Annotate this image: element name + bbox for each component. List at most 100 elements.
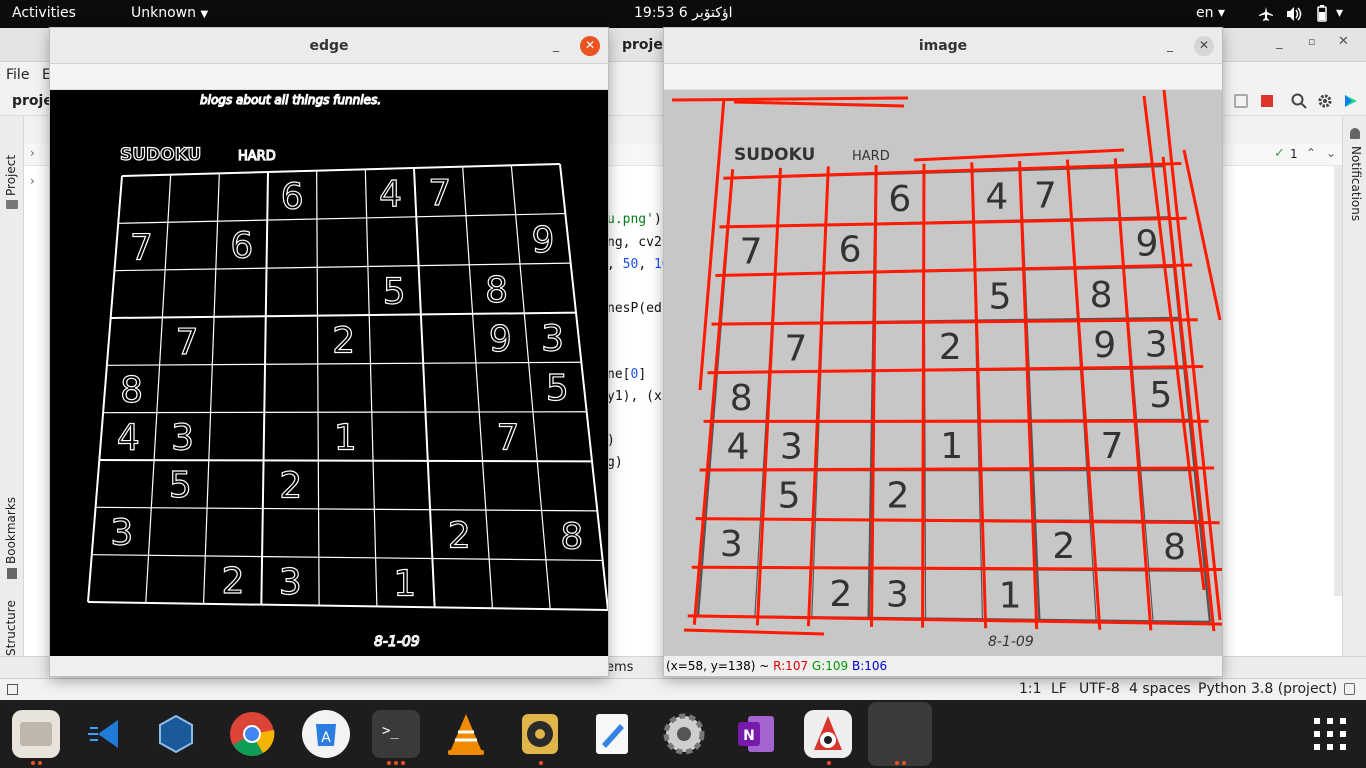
chrome-icon[interactable] <box>228 710 276 758</box>
grid-line-horizontal <box>91 554 603 562</box>
grid-line-horizontal <box>103 411 587 414</box>
sudoku-digit: 4 <box>117 417 140 458</box>
hough-line-extra <box>733 100 905 108</box>
airplane-mode-icon[interactable] <box>1258 6 1274 22</box>
image-minimize-button[interactable]: _ <box>1160 36 1180 56</box>
status-indent[interactable]: 4 spaces <box>1129 681 1191 697</box>
image-close-button[interactable]: ✕ <box>1194 36 1214 56</box>
image-window-titlebar[interactable]: image <box>664 28 1222 64</box>
hough-line-horizontal <box>691 565 1222 571</box>
photo-image[interactable]: SUDOKU HARD8-1-096 4 77 6 95 87 2 9 38 54 3 1 75 23 2 82… <box>664 90 1222 656</box>
hough-line-horizontal <box>719 216 1187 229</box>
virtualbox-icon[interactable] <box>152 710 200 758</box>
java-icon[interactable] <box>804 710 852 758</box>
next-highlight-icon[interactable]: ⌄ <box>1326 146 1336 160</box>
sudoku-digit: 5 <box>383 271 406 312</box>
ide-maximize-button[interactable]: ▫ <box>1308 35 1315 48</box>
system-menu-arrow-icon[interactable]: ▾ <box>1336 5 1343 21</box>
tool-tab-bookmarks[interactable]: Bookmarks <box>4 497 18 564</box>
bookmark-icon[interactable] <box>7 568 17 579</box>
run-config-icon[interactable] <box>1234 94 1248 108</box>
activities-button[interactable]: Activities <box>12 5 76 21</box>
hough-line-vertical <box>970 162 988 629</box>
window-title: image <box>918 38 968 54</box>
sudoku-digit: 2 <box>279 466 302 507</box>
search-icon[interactable] <box>1291 93 1307 109</box>
status-position[interactable]: 1:1 <box>1019 681 1042 697</box>
onenote-icon[interactable]: N <box>732 710 780 758</box>
status-encoding[interactable]: UTF-8 <box>1079 681 1120 697</box>
python-windows-icon[interactable] <box>868 702 932 766</box>
layout-toggle-icon[interactable] <box>7 684 18 695</box>
tree-expander-icon[interactable]: › <box>30 174 35 188</box>
lock-icon[interactable] <box>1344 683 1355 695</box>
ide-minimize-button[interactable]: _ <box>1276 35 1283 50</box>
vlc-icon[interactable] <box>442 710 490 758</box>
text-editor-icon[interactable] <box>588 710 636 758</box>
grid-line-horizontal <box>121 163 561 177</box>
terminal-icon[interactable]: >_ <box>372 710 420 758</box>
sudoku-date: 8-1-09 <box>988 634 1034 650</box>
project-tree-arrow-icon[interactable]: › <box>30 146 35 160</box>
code-string: u.png' <box>607 212 654 227</box>
gear-icon[interactable] <box>1317 93 1333 109</box>
sudoku-level: HARD <box>238 149 276 164</box>
sudoku-digit: 1 <box>393 564 416 605</box>
clock[interactable]: 19:53 6 اؤکتۆبر <box>634 5 733 21</box>
dock: A >_ N <box>0 700 1366 768</box>
battery-icon[interactable] <box>1314 5 1330 23</box>
tool-tab-notifications[interactable]: Notifications <box>1349 146 1363 221</box>
code-line-5: ne[0] <box>607 367 646 382</box>
files-icon[interactable] <box>12 710 60 758</box>
rhythmbox-icon[interactable] <box>516 710 564 758</box>
sudoku-digit: 3 <box>1145 325 1168 366</box>
sudoku-digit: 7 <box>740 232 763 273</box>
sudoku-digit: 9 <box>531 220 554 261</box>
code-editor-app-icon[interactable] <box>84 710 132 758</box>
hough-line-extra <box>671 96 909 102</box>
status-line-separator[interactable]: LF <box>1051 681 1067 697</box>
edge-minimize-button[interactable]: _ <box>546 36 566 56</box>
sudoku-blurb: blogs about all things funnies. <box>200 93 381 107</box>
language-indicator[interactable]: en ▾ <box>1196 5 1225 21</box>
bell-icon[interactable] <box>1350 128 1360 139</box>
menu-file[interactable]: File <box>6 67 29 83</box>
edge-canvas[interactable]: SUDOKU HARD blogs about all things funnies… <box>50 90 608 656</box>
code-text: ng, cv2. <box>607 235 670 250</box>
run-tab-label[interactable]: ems <box>606 660 633 675</box>
edge-window-titlebar[interactable]: edge <box>50 28 608 64</box>
sudoku-digit: 1 <box>334 417 357 458</box>
prev-highlight-icon[interactable]: ⌃ <box>1306 146 1316 160</box>
edge-window: edge _ ✕ SUDOKU HARD blogs about all thing… <box>50 28 608 676</box>
tool-tab-structure[interactable]: Structure <box>4 600 18 656</box>
show-applications-icon[interactable] <box>1314 718 1346 750</box>
language-label: en <box>1196 5 1214 21</box>
edge-image[interactable]: SUDOKU HARD blogs about all things funnies… <box>50 90 608 656</box>
volume-icon[interactable] <box>1286 6 1304 22</box>
image-canvas[interactable]: SUDOKU HARD 8-1-09 6 4 7 7 6 9 5 8 7 2 9 3 8 5 4 3 1 7 5 2 3 2 8 2… <box>664 90 1222 656</box>
breadcrumb[interactable]: proje <box>12 93 53 109</box>
sudoku-digit: 8 <box>560 516 583 557</box>
hough-line-horizontal <box>699 466 1215 472</box>
status-interpreter[interactable]: Python 3.8 (project) <box>1198 681 1337 697</box>
svg-text:A: A <box>321 730 331 746</box>
folder-icon[interactable] <box>6 200 18 209</box>
app-menu[interactable]: Unknown ▼ <box>131 5 208 21</box>
hough-line-vertical <box>806 166 830 627</box>
tool-tab-project[interactable]: Project <box>4 155 18 196</box>
ide-close-button[interactable]: ✕ <box>1338 34 1349 49</box>
code-text: nesP(ed <box>607 301 662 316</box>
hough-line-horizontal <box>723 162 1182 180</box>
sudoku-digit: 8 <box>485 270 508 311</box>
inspection-count[interactable]: 1 <box>1290 147 1298 161</box>
settings-icon[interactable] <box>660 710 708 758</box>
image-toolbar <box>664 64 1222 90</box>
stop-icon[interactable] <box>1261 95 1273 107</box>
jetbrains-ai-icon[interactable] <box>1343 93 1359 109</box>
inspection-check-icon[interactable]: ✓ <box>1274 146 1285 161</box>
scrollbar[interactable] <box>1334 166 1342 596</box>
code-text: y1), (x <box>607 389 662 404</box>
sudoku-digit: 3 <box>541 319 564 360</box>
software-center-icon[interactable]: A <box>302 710 350 758</box>
edge-close-button[interactable]: ✕ <box>580 36 600 56</box>
